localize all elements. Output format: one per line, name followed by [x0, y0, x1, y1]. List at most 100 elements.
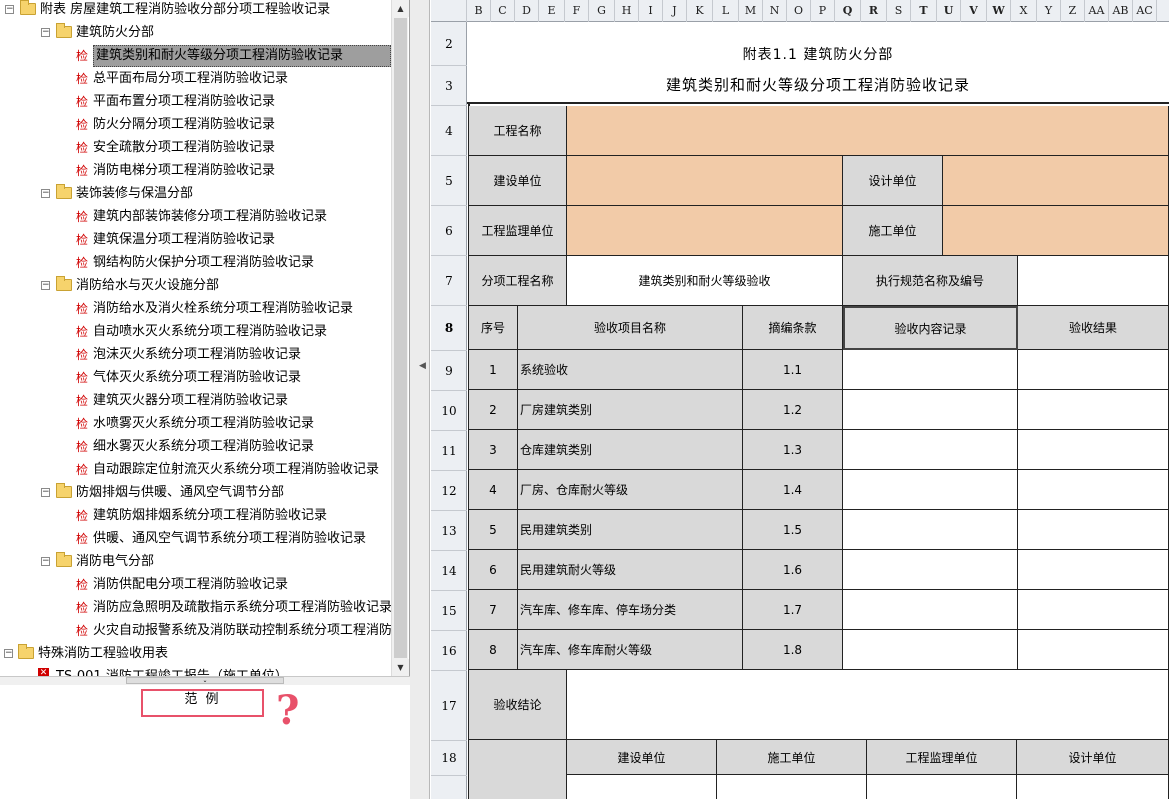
row-header[interactable]: 16 [431, 631, 467, 671]
column-header[interactable]: O [787, 0, 811, 22]
column-header[interactable]: L [713, 0, 739, 22]
row-header[interactable]: 2 [431, 22, 467, 66]
item-result-input[interactable] [1018, 590, 1169, 630]
column-header[interactable]: D [515, 0, 539, 22]
column-header[interactable]: S [887, 0, 911, 22]
sign-contractor-input[interactable] [717, 775, 867, 799]
column-header[interactable]: AC [1133, 0, 1157, 22]
column-header[interactable]: T [911, 0, 937, 22]
row-header[interactable]: 4 [431, 106, 467, 156]
column-header[interactable]: C [491, 0, 515, 22]
input-design-unit[interactable] [943, 156, 1169, 206]
tree-item[interactable]: 建筑内部装饰装修分项工程消防验收记录 [93, 205, 327, 228]
collapse-arrow-icon[interactable]: ◀ [419, 361, 426, 371]
item-record-input[interactable] [843, 390, 1018, 430]
item-record-input[interactable] [843, 630, 1018, 670]
row-header[interactable]: 19 [431, 776, 467, 799]
tree-item[interactable]: 消防给水及消火栓系统分项工程消防验收记录 [93, 297, 353, 320]
column-header[interactable]: Y [1037, 0, 1061, 22]
row-header[interactable]: 15 [431, 591, 467, 631]
tree-item[interactable]: 消防供配电分项工程消防验收记录 [93, 573, 288, 596]
column-header[interactable]: W [987, 0, 1011, 22]
row-header[interactable]: 9 [431, 351, 467, 391]
column-header[interactable]: P [811, 0, 835, 22]
input-supervision-unit[interactable] [567, 206, 843, 256]
column-header[interactable]: AB [1109, 0, 1133, 22]
input-construction-unit[interactable] [567, 156, 843, 206]
scroll-thumb[interactable] [394, 18, 407, 658]
column-header[interactable]: M [739, 0, 763, 22]
spreadsheet[interactable]: B C D E F G H I J K L M N O P Q R S T U V W X Y Z AA AB AC 23456789… [431, 0, 1169, 799]
row-header[interactable]: 7 [431, 256, 467, 306]
collapse-toggle-icon[interactable]: − [41, 28, 50, 37]
input-contractor-unit[interactable] [943, 206, 1169, 256]
row-header[interactable]: 11 [431, 431, 467, 471]
vertical-splitter[interactable] [410, 0, 430, 799]
tree-item[interactable]: 建筑灭火器分项工程消防验收记录 [93, 389, 288, 412]
tree-special[interactable]: 特殊消防工程验收用表 [38, 642, 168, 665]
column-header[interactable]: Z [1061, 0, 1085, 22]
item-result-input[interactable] [1018, 630, 1169, 670]
column-header[interactable]: G [589, 0, 615, 22]
tree-item[interactable]: 供暖、通风空气调节系统分项工程消防验收记录 [93, 527, 366, 550]
input-conclusion[interactable] [567, 670, 1169, 740]
item-record-input[interactable] [843, 590, 1018, 630]
tree-item[interactable]: 火灾自动报警系统及消防联动控制系统分项工程消防 [93, 619, 391, 642]
tree-vertical-scrollbar[interactable]: ▲ ▼ [391, 0, 409, 676]
collapse-toggle-icon[interactable]: − [41, 557, 50, 566]
column-header[interactable]: U [937, 0, 961, 22]
tree-group[interactable]: 消防给水与灭火设施分部 [76, 274, 219, 297]
item-result-input[interactable] [1018, 470, 1169, 510]
row-header[interactable]: 6 [431, 206, 467, 256]
tree-item[interactable]: 钢结构防火保护分项工程消防验收记录 [93, 251, 314, 274]
tree-item[interactable]: 消防应急照明及疏散指示系统分项工程消防验收记录 [93, 596, 391, 619]
value-sub-item-name[interactable]: 建筑类别和耐火等级验收 [567, 256, 843, 306]
column-header[interactable]: N [763, 0, 787, 22]
column-header[interactable]: I [639, 0, 663, 22]
item-record-input[interactable] [843, 430, 1018, 470]
row-header[interactable]: 14 [431, 551, 467, 591]
tree-group[interactable]: 消防电气分部 [76, 550, 154, 573]
item-result-input[interactable] [1018, 550, 1169, 590]
sign-supervision-input[interactable] [867, 775, 1017, 799]
tree-item[interactable]: 建筑类别和耐火等级分项工程消防验收记录 [93, 45, 391, 67]
column-header[interactable]: Q [835, 0, 861, 22]
sign-design-input[interactable] [1017, 775, 1169, 799]
row-header[interactable]: 18 [431, 741, 467, 776]
row-header[interactable]: 13 [431, 511, 467, 551]
column-header[interactable]: AA [1085, 0, 1109, 22]
column-header[interactable]: X [1011, 0, 1037, 22]
row-header[interactable]: 3 [431, 66, 467, 106]
tree-group[interactable]: 建筑防火分部 [76, 21, 154, 44]
column-header[interactable]: K [687, 0, 713, 22]
select-all-corner[interactable] [431, 0, 467, 22]
tree-item[interactable]: 细水雾灭火系统分项工程消防验收记录 [93, 435, 314, 458]
tree-item[interactable]: 建筑防烟排烟系统分项工程消防验收记录 [93, 504, 327, 527]
tree-item[interactable]: 消防电梯分项工程消防验收记录 [93, 159, 275, 182]
tree-group[interactable]: 防烟排烟与供暖、通风空气调节分部 [76, 481, 284, 504]
collapse-toggle-icon[interactable]: − [41, 281, 50, 290]
tree-root[interactable]: 附表 房屋建筑工程消防验收分部分项工程验收记录 [40, 0, 330, 21]
item-record-input[interactable] [843, 550, 1018, 590]
row-header[interactable]: 5 [431, 156, 467, 206]
input-project-name[interactable] [567, 106, 1169, 156]
tree-group[interactable]: 装饰装修与保温分部 [76, 182, 193, 205]
item-record-input[interactable] [843, 350, 1018, 390]
column-header[interactable]: J [663, 0, 687, 22]
row-header[interactable]: 17 [431, 671, 467, 741]
tree-item[interactable]: TS-001 消防工程竣工报告（施工单位） [56, 665, 288, 676]
collapse-toggle-icon[interactable]: − [41, 488, 50, 497]
tree-item[interactable]: 建筑保温分项工程消防验收记录 [93, 228, 275, 251]
sign-construction-input[interactable] [567, 775, 717, 799]
row-header[interactable]: 10 [431, 391, 467, 431]
column-header[interactable]: R [861, 0, 887, 22]
tree-item[interactable]: 自动跟踪定位射流灭火系统分项工程消防验收记录 [93, 458, 379, 481]
item-result-input[interactable] [1018, 350, 1169, 390]
collapse-toggle-icon[interactable]: − [4, 649, 13, 658]
item-record-input[interactable] [843, 470, 1018, 510]
item-result-input[interactable] [1018, 510, 1169, 550]
tree-item[interactable]: 安全疏散分项工程消防验收记录 [93, 136, 275, 159]
row-header[interactable]: 12 [431, 471, 467, 511]
row-header[interactable]: 8 [431, 306, 467, 351]
item-result-input[interactable] [1018, 430, 1169, 470]
